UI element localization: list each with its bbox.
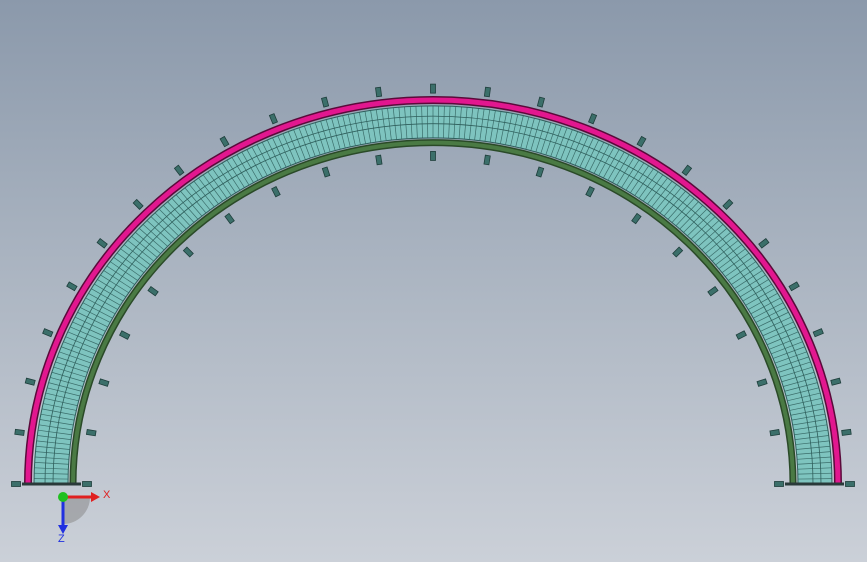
y-axis-dot (58, 492, 68, 502)
outer-support-bracket (14, 428, 25, 436)
coordinate-triad: X Z (58, 489, 111, 545)
inner-support-bracket (85, 429, 97, 437)
outer-support-bracket (321, 96, 330, 108)
inner-support-bracket (707, 285, 719, 297)
x-axis-label: X (103, 489, 111, 501)
outer-support-bracket (96, 238, 108, 249)
outer-support-bracket (636, 135, 647, 148)
inner-support-bracket (735, 330, 747, 340)
inner-support-bracket (82, 481, 92, 487)
inner-support-bracket (631, 212, 642, 225)
outer-support-bracket (132, 198, 144, 210)
outer-support-bracket (722, 198, 734, 210)
outer-support-bracket (812, 328, 824, 338)
outer-support-bracket (42, 328, 54, 338)
outer-support-bracket (173, 164, 185, 176)
inner-support-bracket (147, 285, 159, 297)
outer-support-bracket (588, 113, 598, 125)
inner-support-bracket (774, 481, 784, 487)
inner-support-bracket (769, 429, 781, 437)
x-axis-arrowhead (91, 492, 100, 502)
outer-support-bracket (788, 281, 800, 292)
inner-support-bracket (375, 154, 383, 166)
outer-support-bracket (841, 428, 852, 436)
outer-support-bracket (681, 164, 693, 176)
outer-support-bracket (830, 377, 842, 386)
outer-support-bracket (758, 238, 770, 249)
inner-support-bracket (119, 330, 131, 340)
conveyor-model[interactable] (11, 83, 855, 487)
belt-track-line (52, 123, 814, 485)
inner-support-bracket (585, 186, 595, 198)
inner-support-bracket (321, 166, 331, 178)
inner-support-bracket (182, 246, 194, 258)
outer-support-bracket (24, 377, 36, 386)
outer-support-bracket (268, 113, 278, 125)
outer-support-bracket (11, 481, 21, 487)
belt-track-line (44, 115, 822, 485)
outer-support-bracket (430, 83, 436, 94)
triad-shadow (63, 497, 90, 524)
inner-support-bracket (535, 166, 545, 178)
outer-support-bracket (845, 481, 855, 487)
3d-viewport[interactable]: X Z (0, 0, 867, 562)
inner-support-bracket (756, 378, 768, 387)
outer-support-bracket (483, 86, 491, 98)
outer-support-bracket (66, 281, 78, 292)
inner-support-bracket (271, 186, 281, 198)
z-axis-label: Z (58, 533, 65, 545)
model-canvas[interactable]: X Z (0, 0, 867, 562)
inner-support-bracket (224, 212, 235, 225)
inner-support-bracket (483, 154, 491, 166)
inner-support-bracket (98, 378, 110, 387)
outer-support-bracket (536, 96, 545, 108)
outer-support-bracket (219, 135, 230, 148)
inner-support-bracket (672, 246, 684, 258)
inner-support-bracket (430, 151, 436, 161)
outer-support-bracket (375, 86, 383, 98)
